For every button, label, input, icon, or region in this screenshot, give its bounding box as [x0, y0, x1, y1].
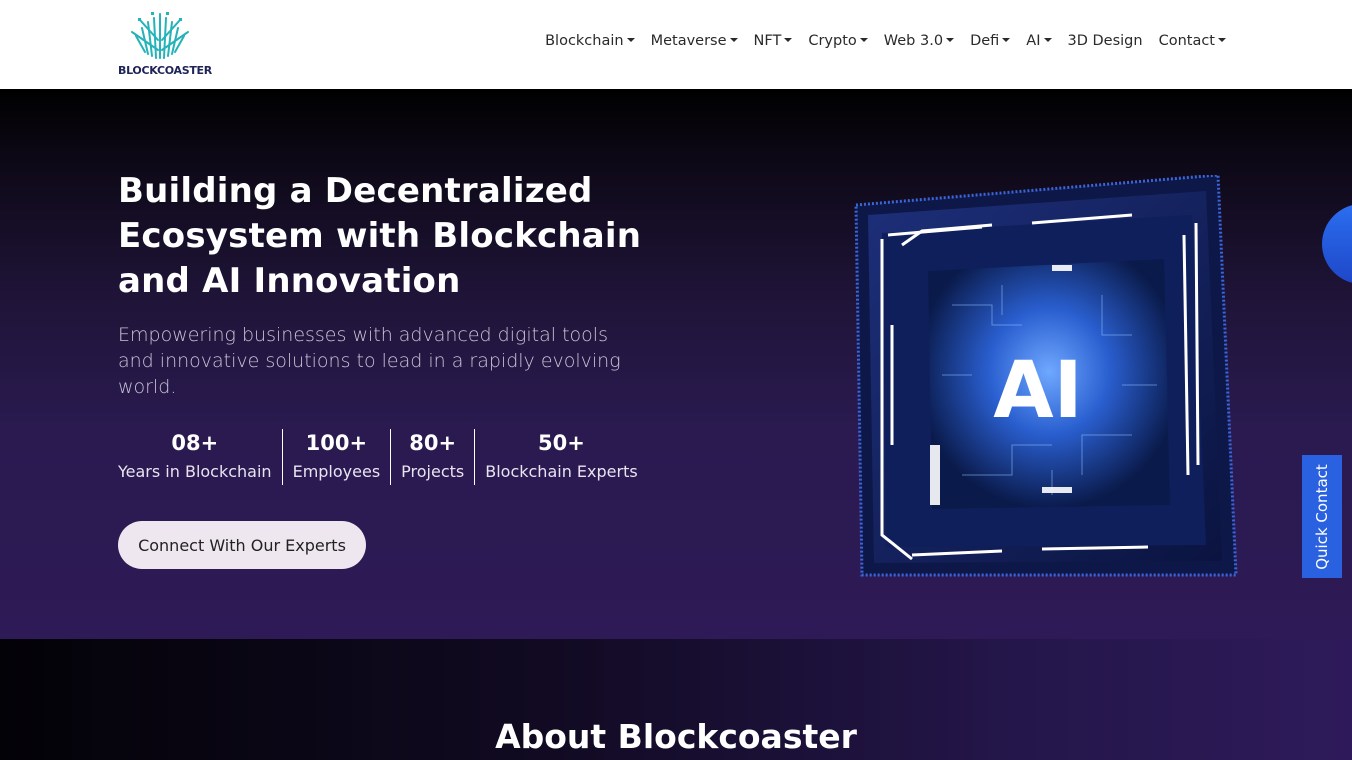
about-title: About Blockcoaster	[495, 717, 857, 756]
nav-item-contact[interactable]: Contact	[1159, 33, 1226, 49]
nav-item-label: AI	[1026, 33, 1041, 49]
chevron-down-icon	[946, 38, 955, 42]
cube-ai-text: AI	[993, 346, 1082, 436]
chevron-down-icon	[1002, 38, 1011, 42]
stat-number: 100+	[305, 431, 368, 455]
nav-item-metaverse[interactable]: Metaverse	[651, 33, 738, 49]
chevron-down-icon	[729, 38, 738, 42]
connect-experts-button[interactable]: Connect With Our Experts	[118, 521, 366, 569]
about-section: About Blockcoaster	[0, 639, 1352, 760]
nav-item-defi[interactable]: Defi	[970, 33, 1011, 49]
hero-title: Building a Decentralized Ecosystem with …	[118, 171, 642, 301]
quick-contact-label: Quick Contact	[1313, 463, 1332, 570]
brand-wordmark: BLOCKCOASTER	[118, 64, 212, 77]
top-navbar: BLOCKCOASTER Blockchain Metaverse NFT Cr…	[0, 0, 1352, 89]
chevron-down-icon	[626, 38, 635, 42]
nav-item-nft[interactable]: NFT	[754, 33, 793, 49]
nav-item-3d-design[interactable]: 3D Design	[1068, 33, 1143, 49]
stat-projects: 80+ Projects	[390, 429, 474, 485]
chevron-down-icon	[1043, 38, 1052, 42]
stat-label: Employees	[292, 462, 381, 481]
hero-subtitle: Empowering businesses with advanced digi…	[118, 324, 621, 398]
stat-experts: 50+ Blockchain Experts	[474, 429, 647, 485]
stat-label: Years in Blockchain	[118, 462, 272, 481]
main-nav: Blockchain Metaverse NFT Crypto Web 3.0 …	[545, 33, 1226, 49]
nav-item-label: Metaverse	[650, 33, 727, 49]
stat-number: 50+	[538, 431, 585, 455]
blockcoaster-logo-icon	[131, 12, 189, 59]
stat-number: 80+	[409, 431, 457, 455]
nav-item-label: Defi	[970, 33, 1000, 49]
hero-section: Building a Decentralized Ecosystem with …	[0, 89, 1352, 639]
nav-item-label: Web 3.0	[883, 33, 944, 49]
stat-employees: 100+ Employees	[281, 429, 391, 485]
stat-label: Blockchain Experts	[485, 462, 638, 481]
side-decoration	[1322, 204, 1352, 284]
chevron-down-icon	[784, 38, 793, 42]
nav-item-web3[interactable]: Web 3.0	[883, 33, 955, 49]
ai-cube-illustration: AI	[854, 175, 1238, 577]
nav-item-label: Blockchain	[545, 33, 624, 49]
nav-item-crypto[interactable]: Crypto	[808, 33, 868, 49]
nav-item-label: 3D Design	[1067, 33, 1143, 49]
nav-item-label: NFT	[753, 33, 782, 49]
stat-label: Projects	[401, 462, 465, 481]
quick-contact-tab[interactable]: Quick Contact	[1302, 455, 1342, 578]
nav-item-blockchain[interactable]: Blockchain	[545, 33, 635, 49]
brand-logo[interactable]: BLOCKCOASTER	[118, 10, 212, 80]
stat-number: 08+	[171, 431, 219, 455]
chevron-down-icon	[1218, 38, 1226, 42]
nav-item-label: Crypto	[808, 33, 857, 49]
nav-item-ai[interactable]: AI	[1026, 33, 1052, 49]
stats-row: 08+ Years in Blockchain 100+ Employees 8…	[118, 429, 648, 485]
chevron-down-icon	[859, 38, 868, 42]
nav-item-label: Contact	[1158, 33, 1215, 49]
stat-years: 08+ Years in Blockchain	[118, 429, 282, 485]
